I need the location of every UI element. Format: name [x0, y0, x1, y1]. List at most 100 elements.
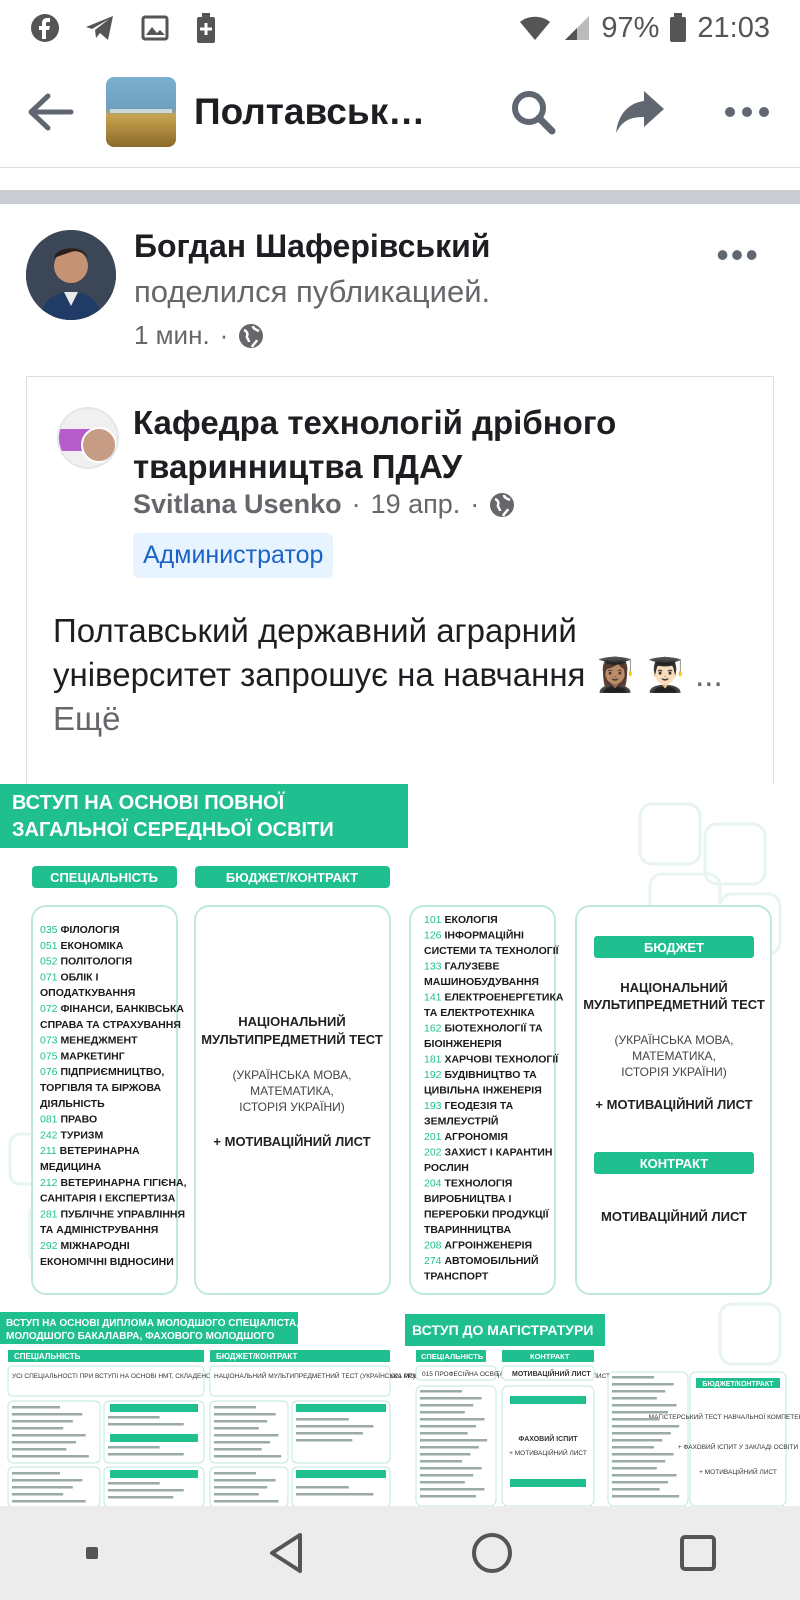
- author-name[interactable]: Богдан Шаферівський: [134, 228, 490, 265]
- right-test-sub3: ІСТОРІЯ УКРАЇНИ): [621, 1065, 727, 1079]
- col-budget: БЮДЖЕТ/КОНТРАКТ: [226, 870, 358, 885]
- page-name[interactable]: Кафедра технологій дрібного тваринництва…: [133, 401, 733, 489]
- small-text-line: [612, 1425, 680, 1428]
- small-text-line: [12, 1434, 86, 1437]
- home-button[interactable]: [470, 1531, 514, 1575]
- post-text: Полтавський державний аграрний університ…: [53, 609, 753, 741]
- back-button[interactable]: [266, 1531, 306, 1575]
- post-body: Полтавський державний аграрний університ…: [53, 612, 686, 693]
- small-text-line: [108, 1416, 160, 1419]
- image-icon: [141, 15, 169, 41]
- specialty-item: МЕДИЦИНА: [40, 1161, 102, 1173]
- small-text-line: [612, 1376, 654, 1379]
- right-test-sub2: МАТЕМАТИКА,: [632, 1049, 716, 1063]
- small-text-line: [420, 1418, 485, 1421]
- specialty-item: 162 БІОТЕХНОЛОГІЇ ТА: [424, 1022, 543, 1035]
- specialty-item: 073 МЕНЕДЖМЕНТ: [40, 1035, 138, 1047]
- contract-label: КОНТРАКТ: [640, 1156, 709, 1171]
- post-image[interactable]: ВСТУП НА ОСНОВІ ПОВНОЇ ЗАГАЛЬНОЇ СЕРЕДНЬ…: [0, 784, 800, 1506]
- page-avatar[interactable]: [57, 407, 119, 469]
- globe-icon: [490, 492, 515, 517]
- master-test3: + МОТИВАЦІЙНИЙ ЛИСТ: [699, 1467, 777, 1476]
- recents-button[interactable]: [82, 1543, 102, 1563]
- specialty-item: 204 ТЕХНОЛОГІЯ: [424, 1178, 512, 1190]
- more-icon[interactable]: [724, 106, 770, 118]
- small-text-line: [12, 1455, 89, 1458]
- specialty-item: ПЕРЕРОБКИ ПРОДУКЦІЇ: [424, 1208, 550, 1221]
- shared-date[interactable]: 19 апр.: [371, 489, 461, 520]
- specialty-item: 126 ІНФОРМАЦІЙНІ: [424, 929, 524, 942]
- group-title[interactable]: Полтавська...: [194, 91, 434, 133]
- master-test2: + ФАХОВИЙ ІСПИТ У ЗАКЛАДІ ОСВІТИ: [678, 1442, 799, 1451]
- globe-icon: [239, 323, 264, 348]
- search-icon[interactable]: [510, 89, 556, 135]
- small-text-line: [612, 1488, 660, 1491]
- specialty-item: 076 ПІДПРИЄМНИЦТВО,: [40, 1066, 164, 1078]
- group-thumbnail[interactable]: [106, 76, 176, 147]
- small-text-line: [420, 1481, 465, 1484]
- small-text-line: [214, 1441, 270, 1444]
- author-avatar[interactable]: [26, 230, 116, 320]
- specialty-item: 133 ГАЛУЗЕВЕ: [424, 961, 500, 973]
- specialty-item: ЗЕМЛЕУСТРІЙ: [424, 1115, 498, 1128]
- specialty-item: 192 БУДІВНИЦТВО ТА: [424, 1069, 537, 1081]
- small-text-line: [612, 1495, 680, 1498]
- small-text-line: [108, 1489, 184, 1492]
- small-text-line: [420, 1446, 479, 1449]
- signal-icon: [565, 16, 590, 40]
- specialty-item: 141 ЕЛЕКТРОЕНЕРГЕТИКА: [424, 992, 564, 1004]
- post-more-icon[interactable]: •••: [716, 234, 760, 276]
- post-card: Богдан Шаферівський поделился публикацие…: [0, 204, 800, 1506]
- small-text-line: [12, 1420, 73, 1423]
- specialty-item: 101 ЕКОЛОГІЯ: [424, 914, 498, 926]
- small-text-line: [214, 1493, 259, 1496]
- battery-icon: [670, 13, 687, 42]
- specialty-item: БІОІНЖЕНЕРІЯ: [424, 1038, 502, 1050]
- post-time[interactable]: 1 мин.: [134, 320, 210, 351]
- battery-percent: 97%: [601, 11, 660, 44]
- specialty-item: 072 ФІНАНСИ, БАНКІВСЬКА: [40, 1003, 184, 1015]
- specialty-item: ЕКОНОМІЧНІ ВІДНОСИНИ: [40, 1256, 174, 1268]
- specialty-item: РОСЛИН: [424, 1162, 469, 1174]
- specialty-item: 035 ФІЛОЛОГІЯ: [40, 924, 120, 936]
- small-text-line: [420, 1411, 465, 1414]
- facebook-icon: [31, 14, 59, 42]
- back-button[interactable]: [26, 92, 96, 132]
- test-sub3: ІСТОРІЯ УКРАЇНИ): [239, 1100, 345, 1114]
- small-text-line: [612, 1432, 671, 1435]
- small-text-line: [420, 1432, 468, 1435]
- master-motiv: МОТИВАЦІЙНИЙ ЛИСТ: [512, 1369, 591, 1378]
- small-text-line: [214, 1427, 259, 1430]
- specialty-item: 242 ТУРИЗМ: [40, 1129, 104, 1141]
- right-test-sub1: (УКРАЇНСЬКА МОВА,: [615, 1033, 734, 1047]
- small-text-line: [12, 1413, 83, 1416]
- master-test: МАГІСТЕРСЬКИЙ ТЕСТ НАВЧАЛЬНОЇ КОМПЕТЕНТН…: [649, 1412, 800, 1421]
- junior-col1: СПЕЦІАЛЬНІСТЬ: [14, 1352, 81, 1361]
- small-text-line: [214, 1472, 256, 1475]
- share-icon[interactable]: [614, 89, 666, 135]
- shared-author[interactable]: Svitlana Usenko: [133, 489, 342, 520]
- small-text-line: [214, 1455, 282, 1458]
- small-text-line: [420, 1488, 485, 1491]
- right-test-title2: МУЛЬТИПРЕДМЕТНИЙ ТЕСТ: [583, 997, 765, 1012]
- small-text-line: [612, 1383, 674, 1386]
- specialty-item: 071 ОБЛІК І: [40, 971, 99, 983]
- arrow-left-icon: [28, 93, 74, 130]
- specialty-item: МАШИНОБУДУВАННЯ: [424, 976, 539, 988]
- master-exam: ФАХОВИЙ ІСПИТ: [518, 1434, 578, 1443]
- small-text-line: [420, 1404, 474, 1407]
- specialty-item: ВИРОБНИЦТВА І: [424, 1193, 511, 1205]
- overview-button[interactable]: [678, 1533, 718, 1573]
- admin-badge: Администратор: [133, 533, 334, 578]
- test-sub2: МАТЕМАТИКА,: [250, 1084, 334, 1098]
- system-nav-bar: [0, 1506, 800, 1600]
- small-text-line: [612, 1460, 666, 1463]
- small-text-line: [108, 1453, 184, 1456]
- specialty-item: 212 ВЕТЕРИНАРНА ГІГІЄНА,: [40, 1177, 187, 1189]
- small-text-line: [214, 1413, 276, 1416]
- master-col1: СПЕЦІАЛЬНІСТЬ: [421, 1352, 484, 1361]
- small-text-line: [108, 1496, 174, 1499]
- poster-header-line1: ВСТУП НА ОСНОВІ ПОВНОЇ: [12, 791, 285, 814]
- small-text-line: [296, 1439, 353, 1442]
- small-text-line: [296, 1493, 374, 1496]
